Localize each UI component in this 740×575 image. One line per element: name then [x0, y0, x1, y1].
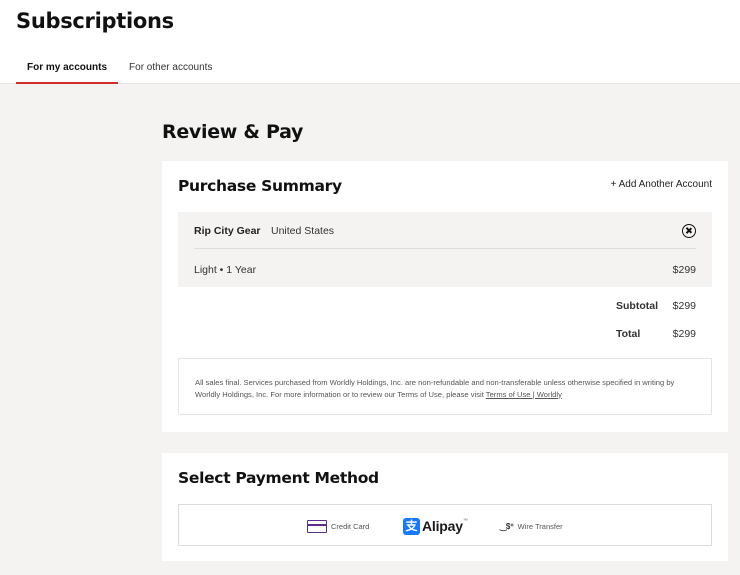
payment-method-title: Select Payment Method — [178, 469, 379, 487]
payment-method-card: Select Payment Method Credit Card 支 Alip… — [162, 453, 728, 561]
total-label: Total — [616, 328, 641, 340]
credit-card-label: Credit Card — [331, 521, 370, 531]
page-header: Subscriptions For my accounts For other … — [0, 0, 740, 84]
alipay-option[interactable]: 支 Alipay ™ — [403, 517, 468, 535]
subtotal-label: Subtotal — [616, 300, 658, 312]
total-value: $299 — [672, 328, 696, 340]
account-item: Rip City Gear United States Light • 1 Ye… — [178, 212, 712, 287]
review-pay-title: Review & Pay — [162, 121, 304, 143]
tab-my-accounts[interactable]: For my accounts — [16, 56, 119, 84]
purchase-summary-card: Purchase Summary + Add Another Account R… — [162, 161, 728, 432]
credit-card-option[interactable]: Credit Card — [307, 517, 369, 535]
purchase-summary-title: Purchase Summary — [178, 177, 342, 195]
alipay-trademark: ™ — [462, 518, 468, 524]
plan-price: $299 — [672, 264, 696, 276]
credit-card-icon — [307, 519, 327, 533]
alipay-label: Alipay — [422, 518, 463, 534]
plan-description: Light • 1 Year — [194, 264, 257, 276]
wire-transfer-label: Wire Transfer — [517, 521, 563, 531]
account-name: Rip City Gear — [194, 225, 261, 237]
remove-account-icon[interactable] — [682, 224, 696, 238]
terms-notice: All sales final. Services purchased from… — [178, 358, 712, 415]
payment-methods: Credit Card 支 Alipay ™ ‿$⁺ Wire Transfer — [178, 504, 712, 546]
alipay-icon: 支 — [403, 517, 420, 535]
add-another-account-button[interactable]: + Add Another Account — [611, 179, 712, 190]
wire-transfer-option[interactable]: ‿$⁺ Wire Transfer — [500, 517, 563, 535]
tab-other-accounts[interactable]: For other accounts — [118, 56, 223, 84]
account-tabs: For my accounts For other accounts — [16, 56, 223, 84]
subtotal-value: $299 — [672, 300, 696, 312]
terms-text: All sales final. Services purchased from… — [195, 378, 675, 399]
account-country: United States — [271, 225, 335, 237]
wire-transfer-icon: ‿$⁺ — [500, 521, 514, 531]
account-row: Rip City Gear United States — [194, 224, 696, 249]
page-title: Subscriptions — [16, 9, 174, 33]
terms-of-use-link[interactable]: Terms of Use | Worldly — [486, 390, 562, 399]
